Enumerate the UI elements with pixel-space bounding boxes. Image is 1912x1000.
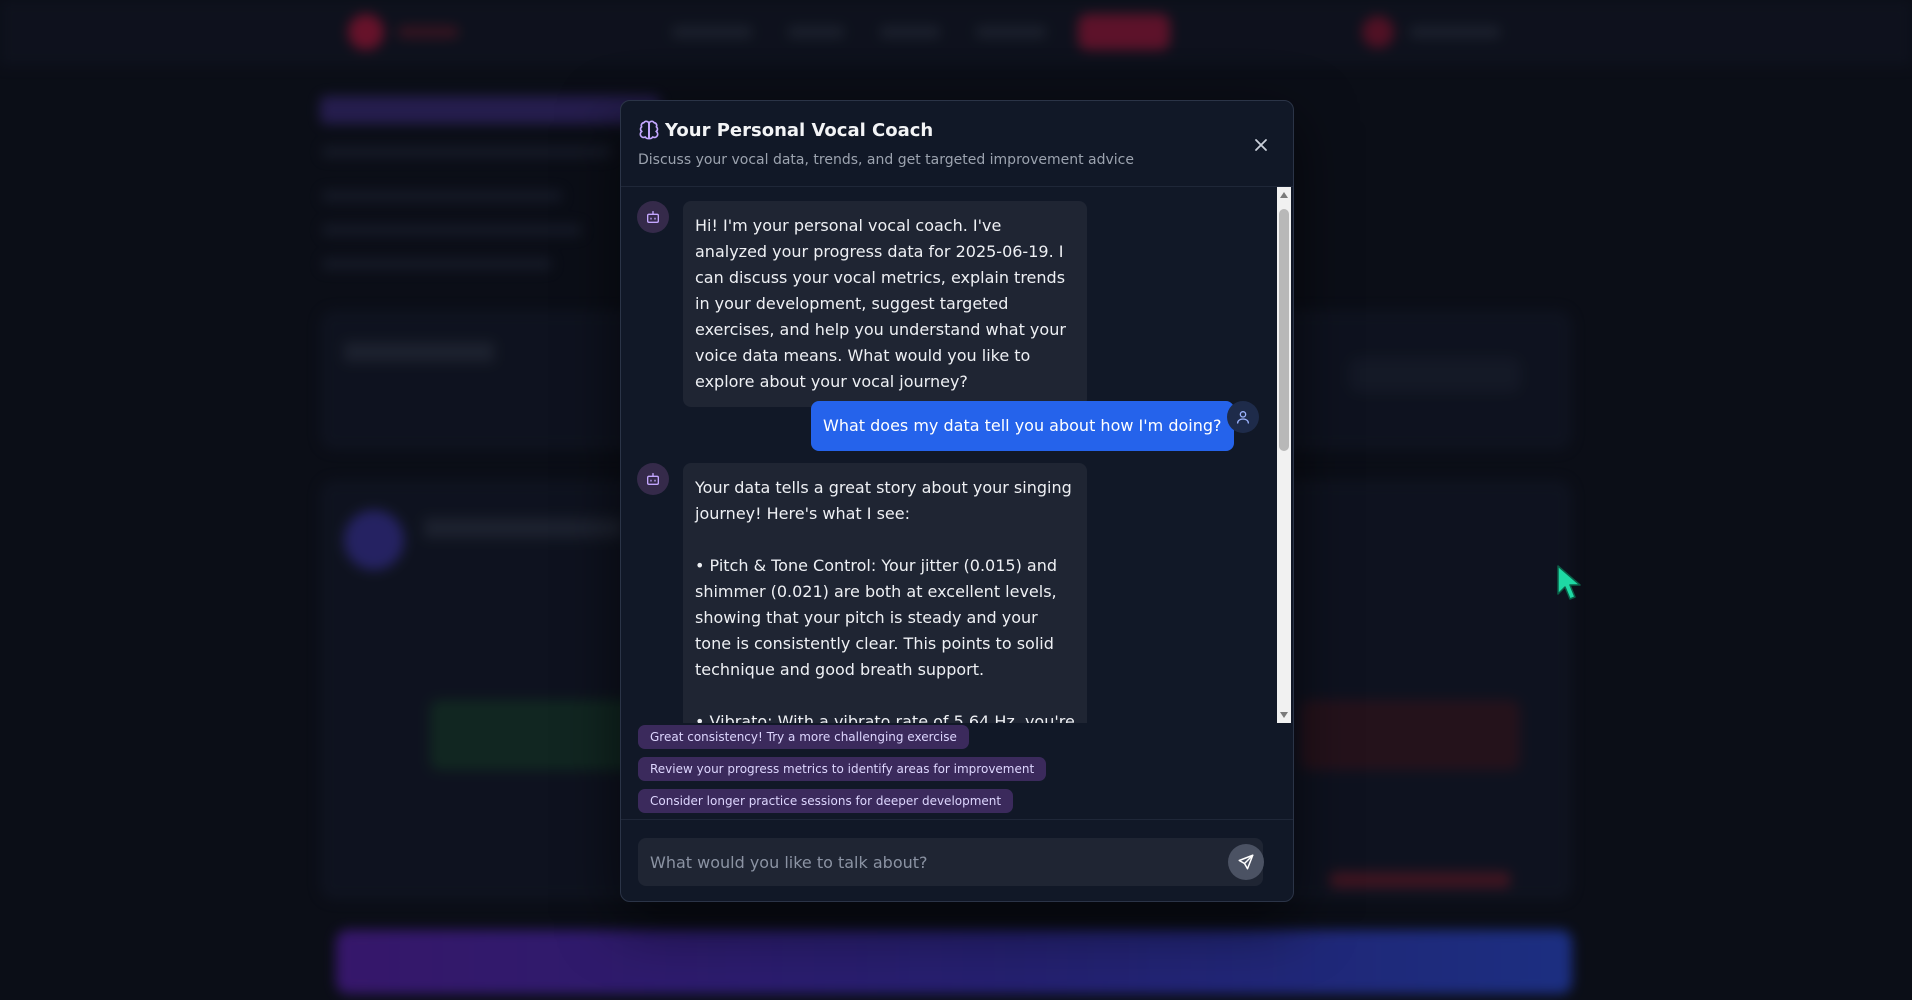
dialog-subtitle: Discuss your vocal data, trends, and get… [638,152,1134,168]
suggestion-chip[interactable]: Review your progress metrics to identify… [638,757,1047,781]
close-icon [1255,139,1267,151]
bot-avatar [637,463,669,495]
scroll-thumb[interactable] [1279,209,1289,451]
dialog-header: Your Personal Vocal Coach Discuss your v… [621,101,1293,187]
scroll-down-arrow[interactable] [1280,712,1288,718]
chat-messages[interactable]: Hi! I'm your personal vocal coach. I've … [621,187,1293,723]
background-logo [348,14,384,50]
brain-icon [638,120,660,142]
scroll-up-arrow[interactable] [1280,192,1288,198]
bot-avatar [637,201,669,233]
send-icon [1238,854,1254,870]
user-avatar [1227,401,1259,433]
suggestion-chip[interactable]: Great consistency! Try a more challengin… [638,725,969,749]
send-button[interactable] [1228,844,1264,880]
bot-icon [647,211,659,223]
message-input[interactable] [638,838,1198,886]
dialog-title: Your Personal Vocal Coach [665,120,934,141]
close-button[interactable] [1249,133,1273,157]
assistant-message: Your data tells a great story about your… [683,463,1087,723]
user-icon [1237,411,1249,424]
mouse-cursor-icon [1557,565,1581,600]
composer [621,819,1293,901]
assistant-message: Hi! I'm your personal vocal coach. I've … [683,201,1087,407]
vocal-coach-dialog: Your Personal Vocal Coach Discuss your v… [620,100,1294,902]
message-input-box [638,838,1264,886]
chat-scrollbar[interactable] [1277,187,1291,723]
background-navbar [0,0,1912,66]
suggestion-chip[interactable]: Consider longer practice sessions for de… [638,789,1014,813]
bot-icon [647,473,659,485]
user-message: What does my data tell you about how I'm… [811,401,1234,451]
